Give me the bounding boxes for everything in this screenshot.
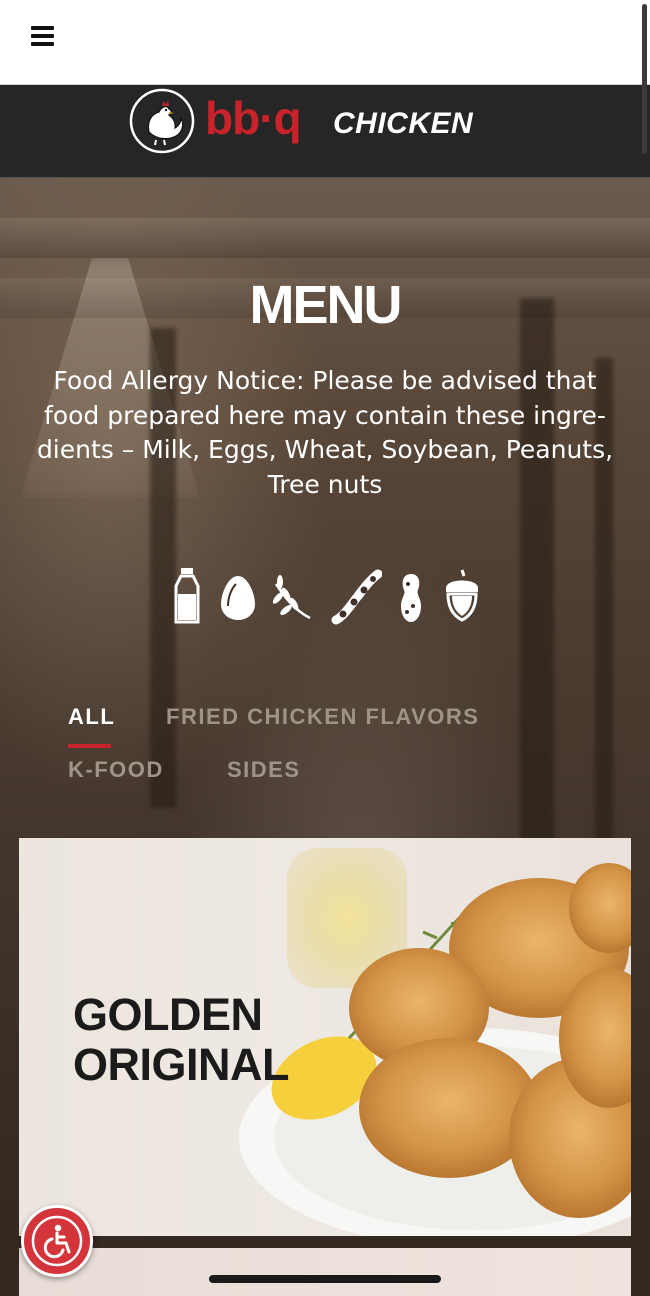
tab-label: SIDES bbox=[227, 757, 301, 782]
wheat-icon bbox=[272, 575, 311, 620]
scrollbar-thumb[interactable] bbox=[642, 4, 647, 154]
tab-fried-chicken-flavors[interactable]: FRIED CHICKEN FLAVORS bbox=[166, 704, 479, 730]
hamburger-menu-icon[interactable] bbox=[31, 26, 54, 48]
milk-bottle-icon bbox=[174, 568, 200, 624]
card-title-line-1: GOLDEN bbox=[73, 989, 263, 1040]
tab-label: ALL bbox=[68, 704, 116, 729]
tree-nut-acorn-icon bbox=[446, 569, 478, 622]
menu-card-golden-original[interactable]: GOLDEN ORIGINAL bbox=[19, 838, 631, 1236]
tab-sides[interactable]: SIDES bbox=[227, 757, 301, 783]
accessibility-button[interactable] bbox=[21, 1205, 93, 1277]
brand-bar: bb·q CHICKEN bbox=[0, 85, 650, 178]
soybean-icon bbox=[331, 569, 382, 625]
tab-all[interactable]: ALL bbox=[68, 704, 116, 748]
page: bb·q CHICKEN MENU Food Allergy Notice: P… bbox=[0, 0, 650, 1296]
menu-category-tabs: ALL FRIED CHICKEN FLAVORS K-FOOD SIDES bbox=[68, 700, 628, 800]
tab-label: K-FOOD bbox=[68, 757, 164, 782]
home-indicator[interactable] bbox=[209, 1275, 441, 1283]
brand-wordmark: bb·q bbox=[205, 92, 301, 144]
tab-k-food[interactable]: K-FOOD bbox=[68, 757, 164, 783]
card-title-line-2: ORIGINAL bbox=[73, 1039, 290, 1090]
allergy-notice: Food Allergy Notice: Please be advised t… bbox=[36, 366, 614, 499]
brand-name: CHICKEN bbox=[333, 107, 474, 140]
menu-card-title: GOLDEN ORIGINAL bbox=[73, 990, 333, 1090]
active-tab-underline bbox=[68, 744, 111, 748]
allergen-icons bbox=[170, 566, 482, 626]
menu-card-next[interactable] bbox=[19, 1248, 631, 1296]
bbq-chicken-logo[interactable]: bb·q CHICKEN bbox=[129, 88, 529, 156]
top-bar bbox=[0, 0, 650, 85]
egg-icon bbox=[221, 576, 255, 620]
wheelchair-accessibility-icon bbox=[31, 1215, 83, 1267]
tab-label: FRIED CHICKEN FLAVORS bbox=[166, 704, 480, 729]
peanut-icon bbox=[401, 574, 421, 622]
page-title: MENU bbox=[249, 275, 403, 335]
